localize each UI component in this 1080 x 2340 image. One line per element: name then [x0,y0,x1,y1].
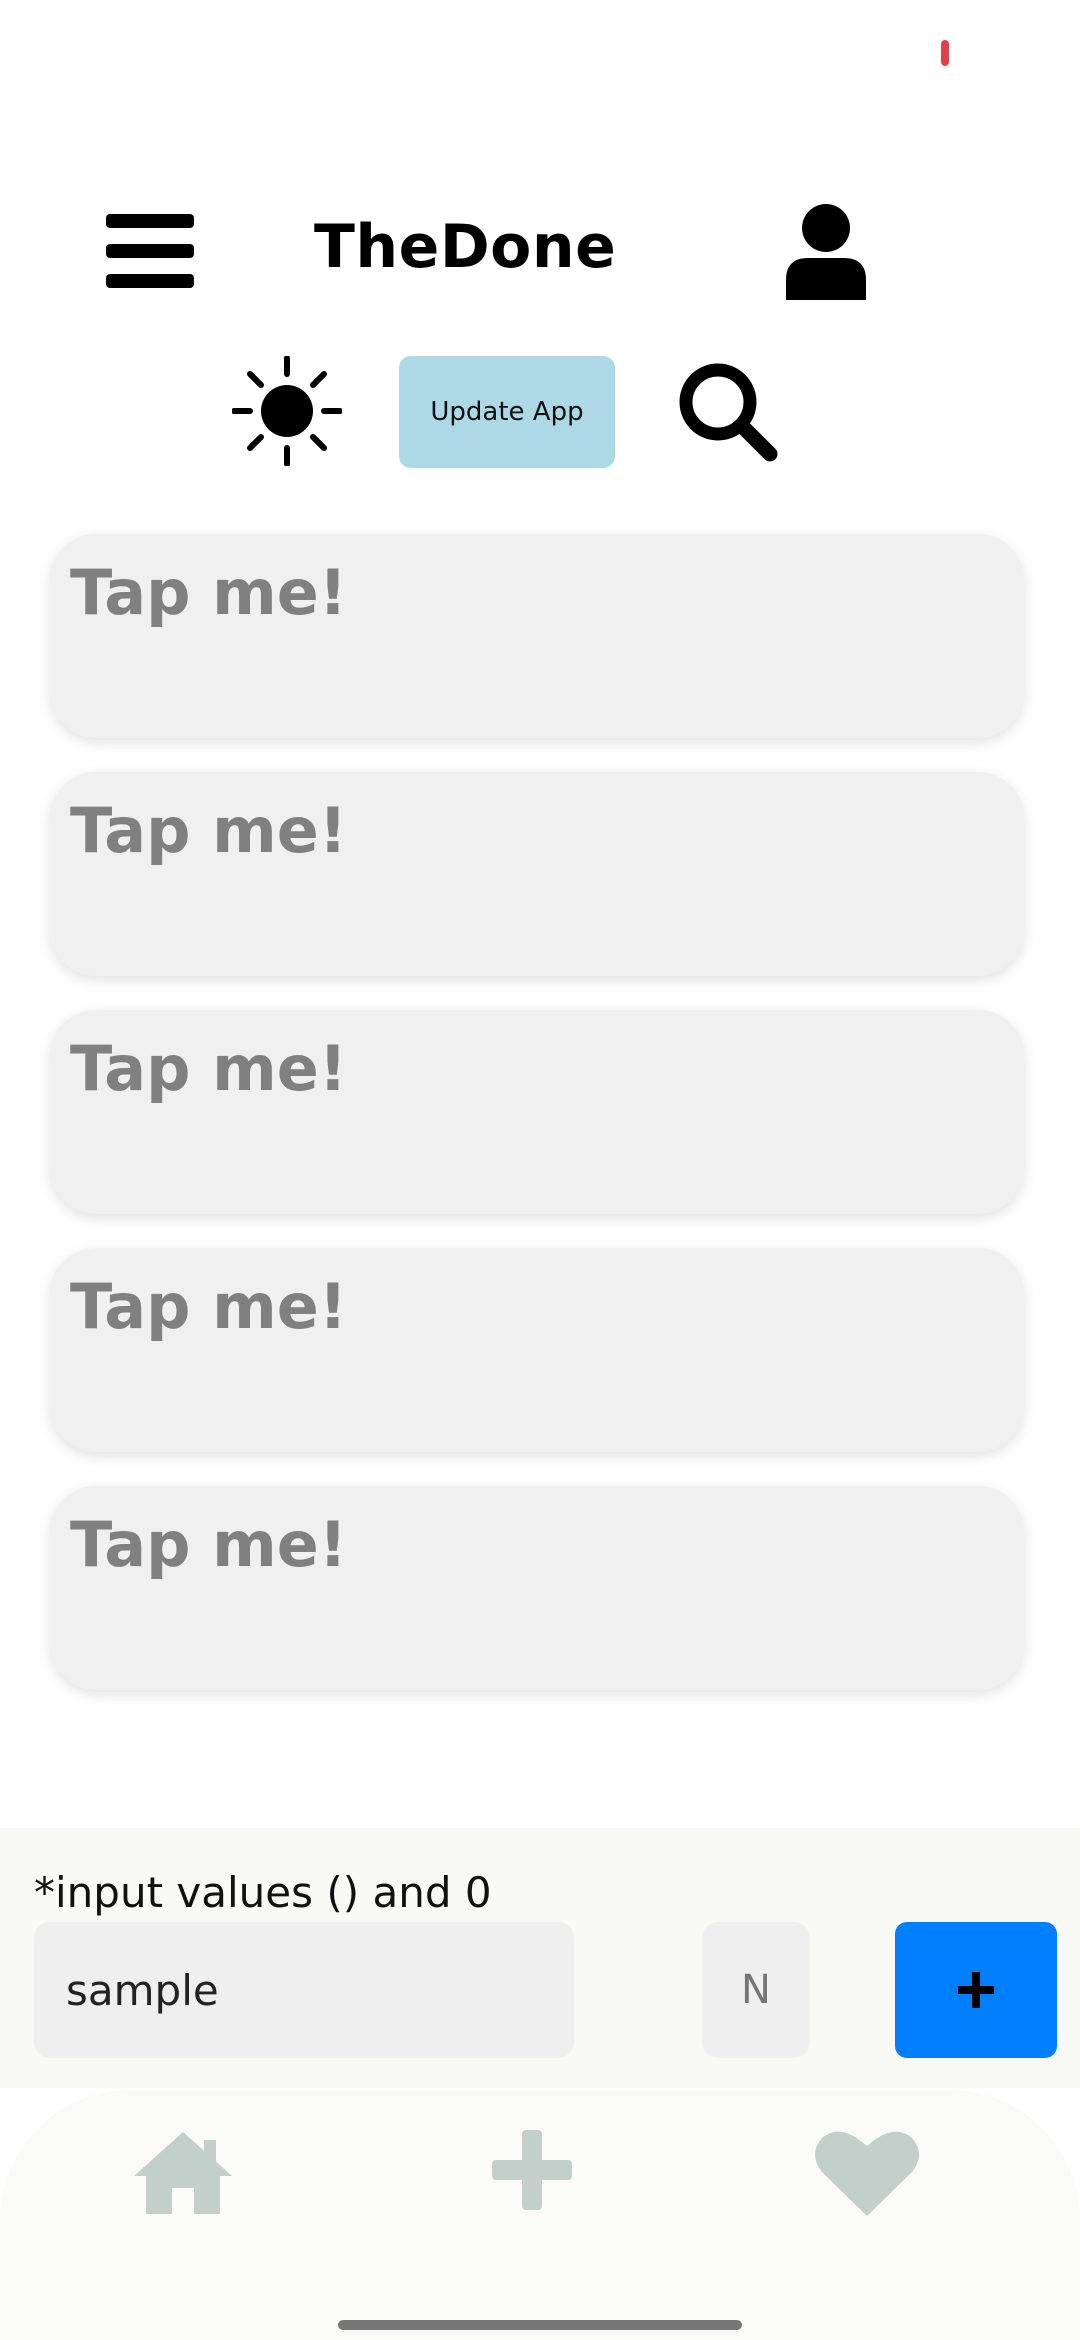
app-header: TheDone [0,190,1080,310]
bottom-navigation [0,2090,1080,2340]
input-hint: *input values () and 0 [34,1868,492,1917]
task-card[interactable]: Tap me! [50,772,1024,976]
task-card[interactable]: Tap me! [50,1010,1024,1214]
home-icon [134,2132,232,2214]
sun-icon [231,355,343,467]
card-label: Tap me! [70,1508,348,1581]
theme-toggle-button[interactable] [231,355,343,467]
toolbar: Update App [0,350,1080,476]
menu-button[interactable] [100,210,204,292]
search-icon [679,363,778,462]
home-indicator [338,2320,742,2330]
nav-favorites[interactable] [812,2124,922,2224]
plus-icon [958,1972,994,2008]
nav-home[interactable] [128,2124,238,2224]
add-button[interactable] [895,1922,1057,2058]
card-label: Tap me! [70,556,348,629]
task-card[interactable]: Tap me! [50,534,1024,738]
user-profile-icon [786,204,866,300]
card-label: Tap me! [70,1270,348,1343]
number-input[interactable] [702,1922,810,2058]
card-label: Tap me! [70,794,348,867]
app-title: TheDone [314,212,617,282]
task-text-input[interactable] [34,1922,574,2058]
update-app-button[interactable]: Update App [399,356,615,468]
input-panel: *input values () and 0 [0,1828,1080,2088]
task-card[interactable]: Tap me! [50,1486,1024,1690]
search-button[interactable] [676,360,780,464]
recording-indicator [941,40,949,66]
plus-icon [492,2130,572,2210]
task-card[interactable]: Tap me! [50,1248,1024,1452]
task-card-list: Tap me! Tap me! Tap me! Tap me! Tap me! [50,534,1024,1724]
heart-icon [815,2131,919,2216]
card-label: Tap me! [70,1032,348,1105]
nav-add[interactable] [478,2124,588,2224]
profile-button[interactable] [784,204,868,300]
